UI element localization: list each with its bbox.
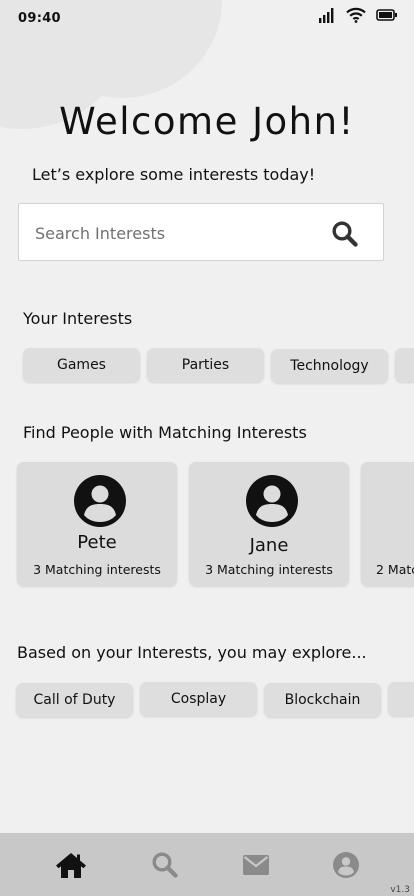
your-interests-title: Your Interests xyxy=(23,309,133,328)
home-icon[interactable] xyxy=(41,833,101,896)
person-name: Jane xyxy=(249,535,289,556)
interest-chip[interactable]: Parties xyxy=(147,348,264,382)
person-name: Pete xyxy=(77,532,117,553)
search-icon[interactable] xyxy=(331,220,359,248)
person-matching-count: 3 Matching interests xyxy=(205,562,333,577)
avatar-icon xyxy=(74,475,126,527)
status-icons xyxy=(318,6,398,24)
bottom-nav: v1.3 xyxy=(0,833,414,896)
signal-icon xyxy=(318,6,336,24)
battery-icon xyxy=(376,9,398,21)
wifi-icon xyxy=(346,7,366,23)
person-matching-count: 3 Matching interests xyxy=(33,562,161,577)
status-time: 09:40 xyxy=(18,11,61,26)
interest-chip[interactable] xyxy=(395,348,414,382)
profile-icon[interactable] xyxy=(316,833,376,896)
matching-people-title: Find People with Matching Interests xyxy=(23,423,307,442)
person-card[interactable]: Jane 3 Matching interests xyxy=(189,462,349,586)
explore-title: Based on your Interests, you may explore… xyxy=(17,643,367,662)
person-card[interactable]: Pete 3 Matching interests xyxy=(17,462,177,586)
search-bar xyxy=(18,203,384,262)
mail-icon[interactable] xyxy=(226,833,286,896)
explore-chip[interactable]: Call of Duty xyxy=(16,683,133,717)
app-screen: 09:40 Welcome John! Let’s explore some i… xyxy=(0,0,414,896)
interest-chip[interactable]: Technology xyxy=(271,349,388,383)
explore-chip[interactable]: Cosplay xyxy=(140,682,257,716)
welcome-subtitle: Let’s explore some interests today! xyxy=(32,165,316,184)
avatar-icon xyxy=(246,475,298,527)
version-label: v1.3 xyxy=(390,885,410,895)
person-card[interactable]: 2 Matching interests xyxy=(361,462,414,586)
welcome-title: Welcome John! xyxy=(59,100,355,143)
your-interests-row: Games Parties Technology xyxy=(0,348,414,388)
people-carousel: Pete 3 Matching interests Jane 3 Matchin… xyxy=(0,462,414,588)
interest-chip[interactable]: Games xyxy=(23,348,140,382)
explore-chip[interactable] xyxy=(388,682,414,716)
explore-chip[interactable]: Blockchain xyxy=(264,683,381,717)
person-matching-count: 2 Matching interests xyxy=(376,562,414,577)
search-input[interactable] xyxy=(33,204,327,262)
explore-row: Call of Duty Cosplay Blockchain xyxy=(0,682,414,722)
search-icon[interactable] xyxy=(135,833,195,896)
